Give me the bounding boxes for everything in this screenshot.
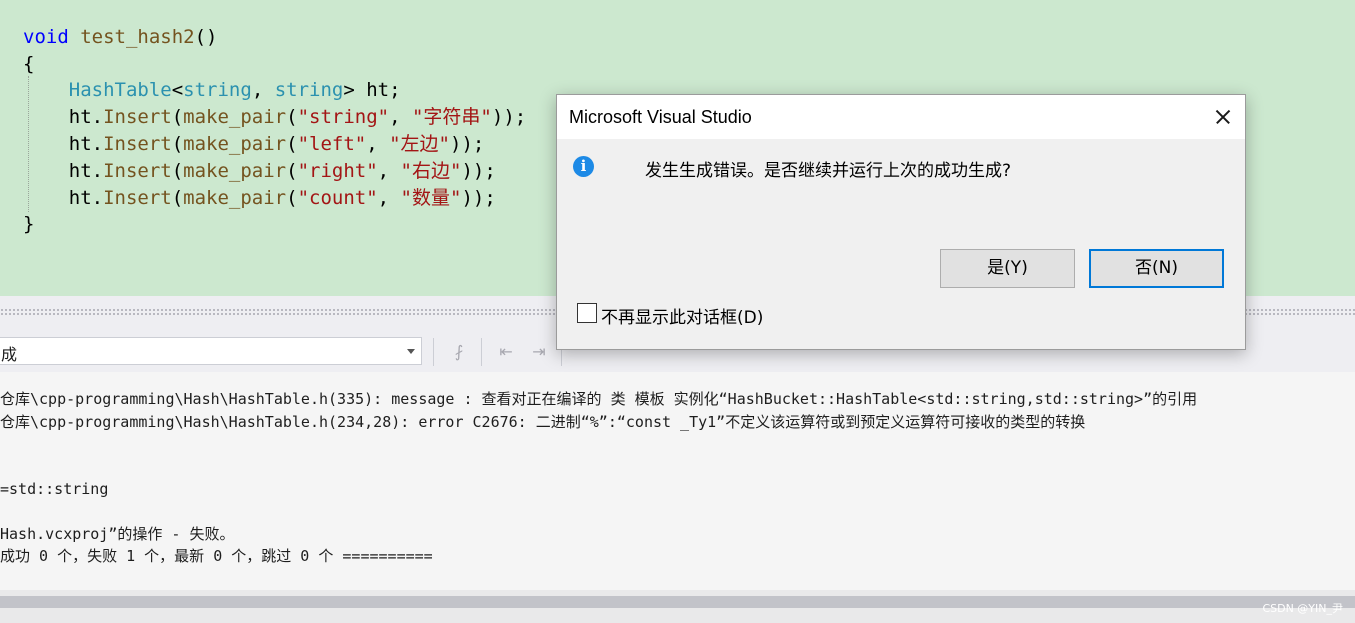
code-token: "count"	[297, 187, 378, 209]
code-token: ht.	[23, 106, 104, 128]
code-token: string	[274, 79, 344, 101]
code-line: }	[23, 211, 34, 237]
previous-message-icon[interactable]: ⇤	[494, 340, 518, 364]
info-icon: i	[573, 156, 594, 177]
horizontal-scrollbar[interactable]	[0, 596, 1355, 608]
code-token: make_pair	[183, 187, 287, 209]
code-token: ,	[251, 79, 275, 101]
close-icon[interactable]	[1197, 95, 1245, 139]
code-token: void	[23, 26, 69, 48]
code-token: ,	[366, 133, 390, 155]
code-token: (	[171, 133, 184, 155]
code-token: ,	[377, 160, 401, 182]
code-line: ht.Insert(make_pair("count", "数量"));	[23, 185, 496, 211]
code-token: ));	[461, 160, 496, 182]
code-token: ht.	[23, 133, 104, 155]
next-message-icon[interactable]: ⇥	[527, 340, 551, 364]
no-button[interactable]: 否(N)	[1089, 249, 1224, 288]
code-token: Insert	[103, 133, 172, 155]
code-token: ()	[194, 26, 218, 48]
code-line: HashTable<string, string> ht;	[23, 77, 401, 103]
output-line: 成功 0 个，失败 1 个，最新 0 个，跳过 0 个 ==========	[0, 547, 433, 565]
output-line: =std::string	[0, 480, 109, 498]
code-token: (	[286, 187, 298, 209]
toolbar-separator	[433, 338, 434, 366]
dont-show-again-label[interactable]: 不再显示此对话框(D)	[601, 303, 763, 328]
code-token: "left"	[297, 133, 367, 155]
dialog-title: Microsoft Visual Studio	[569, 107, 752, 127]
code-token: test_hash2	[80, 26, 195, 48]
code-line: ht.Insert(make_pair("string", "字符串"));	[23, 104, 526, 130]
output-line: Hash.vcxproj”的操作 - 失败。	[0, 525, 235, 543]
code-token: Insert	[103, 187, 172, 209]
code-token: ht.	[23, 187, 104, 209]
code-token: {	[23, 53, 35, 75]
output-line: 仓库\cpp-programming\Hash\HashTable.h(234,…	[0, 413, 1086, 431]
code-token: ));	[450, 133, 485, 155]
code-line: ht.Insert(make_pair("right", "右边"));	[23, 158, 496, 184]
code-token: (	[286, 160, 298, 182]
code-token: (	[171, 187, 184, 209]
code-token: string	[183, 79, 252, 101]
code-token: "string"	[297, 106, 390, 128]
chevron-down-icon[interactable]	[407, 349, 415, 354]
dialog-title-bar[interactable]: Microsoft Visual Studio	[557, 95, 1245, 139]
code-token: make_pair	[183, 133, 287, 155]
code-token: }	[23, 213, 35, 235]
code-token: (	[286, 106, 298, 128]
code-token: > ht;	[343, 79, 401, 101]
dont-show-again-checkbox[interactable]	[577, 303, 597, 323]
code-token: ));	[491, 106, 527, 128]
code-token: ));	[461, 187, 496, 209]
code-token: "右边"	[400, 160, 462, 182]
watermark: CSDN @YIN_尹	[1262, 602, 1343, 615]
code-token: "数量"	[400, 187, 462, 209]
message-dialog: Microsoft Visual Studio i 发生生成错误。是否继续并运行…	[556, 94, 1246, 350]
code-token: ht.	[23, 160, 104, 182]
code-token: HashTable	[68, 79, 172, 101]
code-token: "right"	[297, 160, 378, 182]
code-token: ,	[389, 106, 412, 128]
output-pane[interactable]: 仓库\cpp-programming\Hash\HashTable.h(335)…	[0, 372, 1355, 590]
code-token: "左边"	[389, 133, 450, 155]
code-token: make_pair	[183, 106, 287, 128]
output-line: 仓库\cpp-programming\Hash\HashTable.h(335)…	[0, 390, 1198, 408]
output-source-value: 成	[1, 345, 18, 364]
code-token: make_pair	[183, 160, 287, 182]
output-source-select[interactable]: 成	[0, 337, 422, 365]
dialog-message: 发生生成错误。是否继续并运行上次的成功生成?	[645, 161, 1012, 181]
code-token: <	[171, 79, 184, 101]
code-token: Insert	[103, 106, 172, 128]
code-token: (	[286, 133, 298, 155]
code-token: "字符串"	[411, 106, 492, 128]
toolbar-separator	[481, 338, 482, 366]
code-token: ,	[377, 187, 401, 209]
yes-button[interactable]: 是(Y)	[940, 249, 1075, 288]
code-token: (	[171, 160, 184, 182]
code-token: (	[171, 106, 184, 128]
code-line: ht.Insert(make_pair("left", "左边"));	[23, 131, 485, 157]
code-line: {	[23, 51, 34, 77]
find-message-icon[interactable]: ⨏	[447, 340, 471, 364]
code-line: void test_hash2()	[23, 24, 218, 50]
code-token: Insert	[103, 160, 172, 182]
